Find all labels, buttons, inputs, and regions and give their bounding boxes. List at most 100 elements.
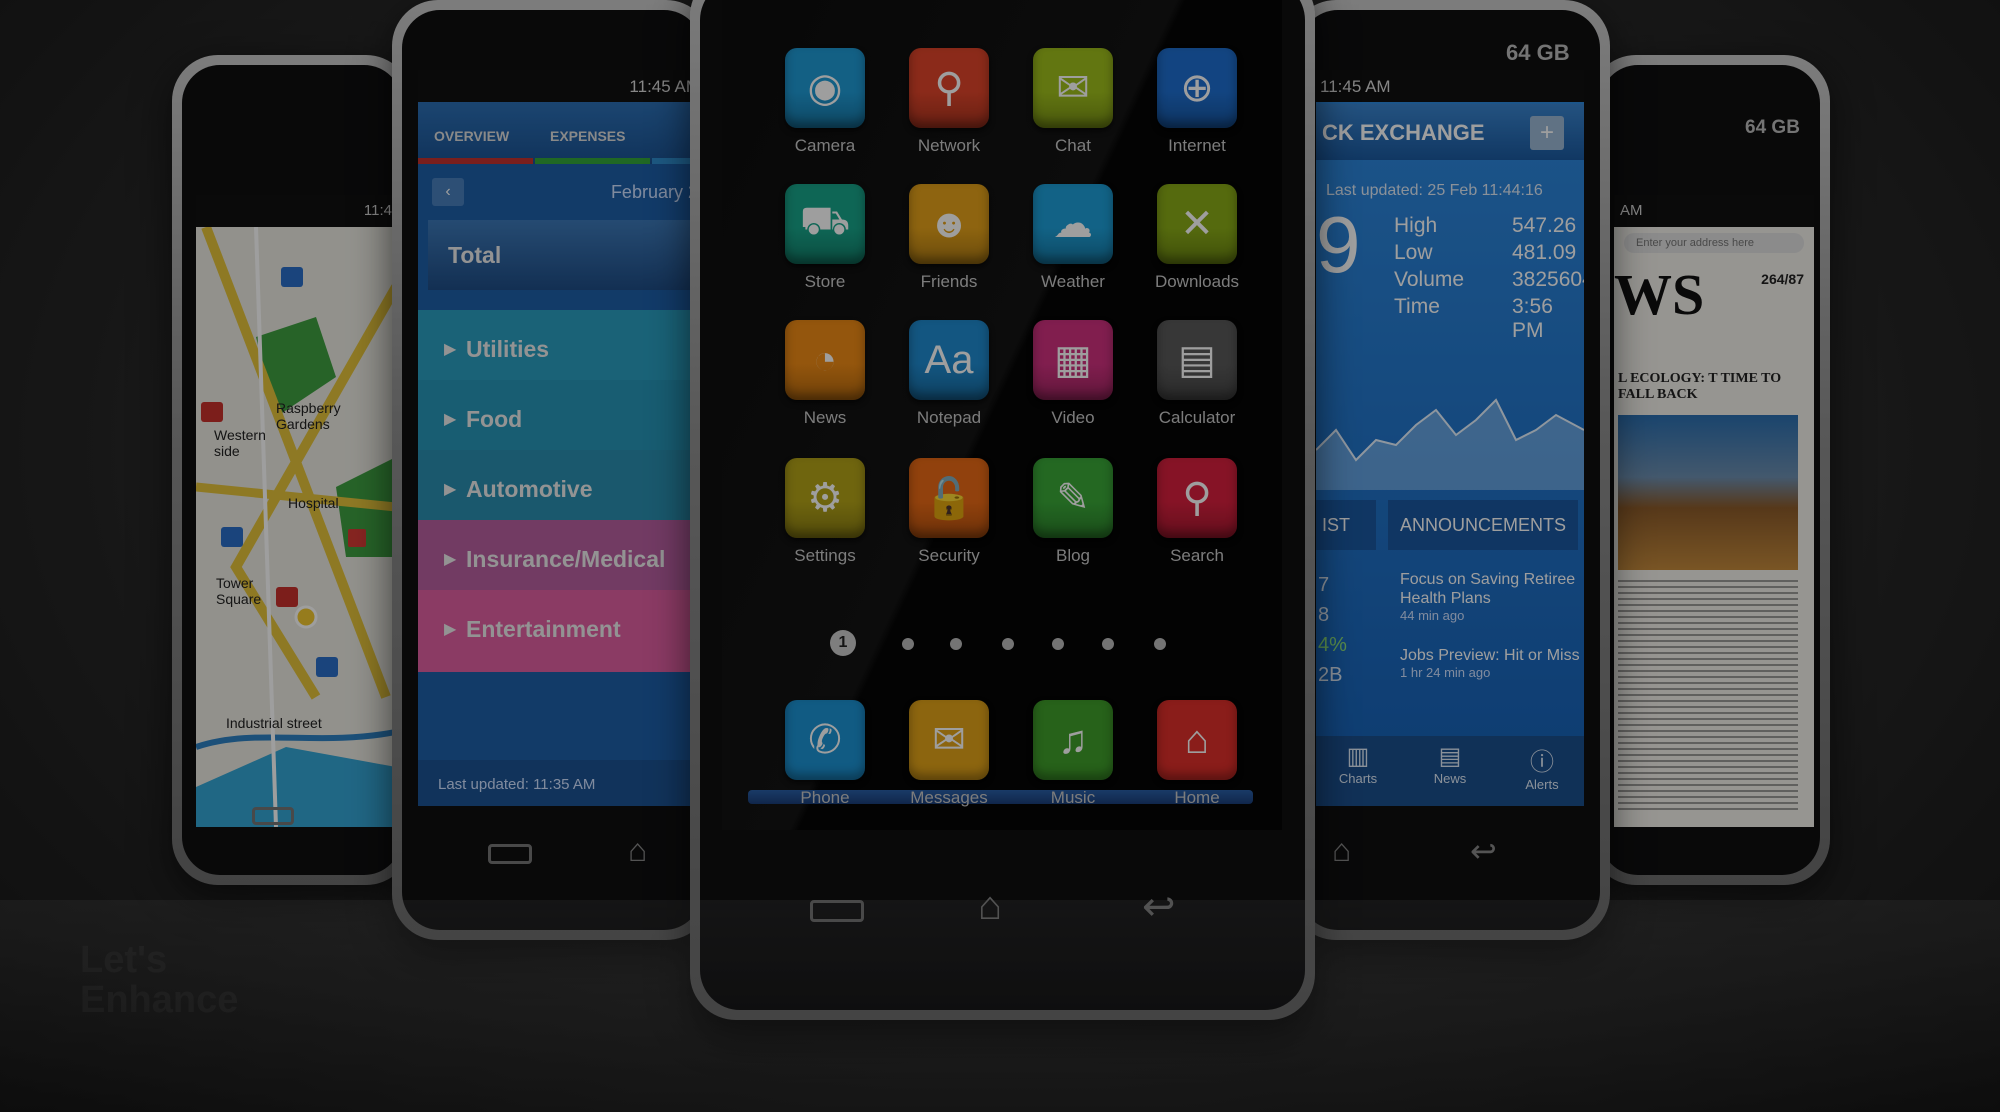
- network-icon: ⚲: [909, 48, 989, 128]
- previous-month-button[interactable]: ‹: [432, 178, 464, 206]
- news-icon: ◔: [785, 320, 865, 400]
- news-photo: [1618, 415, 1798, 570]
- expand-icon: ▶: [444, 411, 457, 428]
- big-digit: 9: [1316, 200, 1361, 289]
- address-placeholder: Enter your address here: [1636, 237, 1755, 249]
- status-bar: AM: [1614, 195, 1814, 227]
- budget-phone: 11:45 AM OVERVIEW EXPENSES ‹ February 20…: [392, 0, 712, 940]
- status-time: 11:45 AM: [1320, 77, 1391, 96]
- chat-icon: ✉: [1033, 48, 1113, 128]
- title-bar: CK EXCHANGE +: [1316, 104, 1584, 160]
- app-notepad[interactable]: Aa Notepad: [894, 320, 1004, 428]
- news-icon: ▤: [1438, 743, 1462, 770]
- news-screen[interactable]: AM Enter your address here WS 264/87 L E…: [1614, 195, 1814, 827]
- page-indicator-dot[interactable]: [1002, 638, 1014, 650]
- app-search[interactable]: ⚲ Search: [1142, 458, 1252, 566]
- tab-bar: OVERVIEW EXPENSES: [418, 102, 708, 164]
- map-label-3: Hospital: [288, 495, 339, 511]
- tab-charts[interactable]: ▥ Charts: [1328, 742, 1388, 786]
- storage-label: 64 GB: [1506, 40, 1570, 65]
- menu-button[interactable]: [488, 844, 532, 864]
- home-screen[interactable]: ◉ Camera ⚲ Network ✉ Chat ⊕ Internet ⛟ Store ☻ Frie…: [722, 0, 1282, 830]
- app-store[interactable]: ⛟ Store: [770, 184, 880, 292]
- stat-high: High 547.26: [1394, 214, 1577, 237]
- news-phone: 64 GB AM Enter your address here WS 264/…: [1590, 55, 1830, 885]
- page-indicator-dot[interactable]: [1052, 638, 1064, 650]
- page-indicator-dot[interactable]: [1102, 638, 1114, 650]
- headline: L ECOLOGY: T TIME TO FALL BACK: [1618, 371, 1782, 402]
- weather-icon: ☁: [1033, 184, 1113, 264]
- app-weather[interactable]: ☁ Weather: [1018, 184, 1128, 292]
- map-label-2: Western side: [214, 427, 266, 459]
- app-downloads[interactable]: ✕ Downloads: [1142, 184, 1252, 292]
- app-camera[interactable]: ◉ Camera: [770, 48, 880, 156]
- dock-home[interactable]: ⌂ Home: [1142, 700, 1252, 808]
- app-friends[interactable]: ☻ Friends: [894, 184, 1004, 292]
- masthead: WS: [1614, 262, 1705, 327]
- app-news[interactable]: ◔ News: [770, 320, 880, 428]
- expand-icon: ▶: [444, 481, 457, 498]
- watermark: Let's Enhance: [80, 939, 239, 1021]
- page-indicator-current[interactable]: 1: [830, 630, 856, 656]
- news-item-2[interactable]: Jobs Preview: Hit or Miss 1 hr 24 min ag…: [1400, 646, 1580, 680]
- tab-news[interactable]: ▤ News: [1420, 742, 1480, 786]
- dock-messages[interactable]: ✉ Messages: [894, 700, 1004, 808]
- status-bar: 11:4: [196, 195, 396, 227]
- app-internet[interactable]: ⊕ Internet: [1142, 48, 1252, 156]
- page-title: CK EXCHANGE: [1322, 120, 1485, 145]
- left-values: 7 8 4% 2B: [1318, 574, 1347, 686]
- menu-button[interactable]: [252, 807, 294, 825]
- floor-reflection: [0, 900, 2000, 1112]
- stock-phone: 64 GB 11:45 AM CK EXCHANGE + Last update…: [1290, 0, 1610, 940]
- chart-icon: ▥: [1346, 743, 1370, 770]
- tab-overview[interactable]: OVERVIEW: [434, 128, 509, 144]
- app-settings[interactable]: ⚙ Settings: [770, 458, 880, 566]
- expand-icon: ▶: [444, 621, 457, 638]
- tab-alerts[interactable]: ⓘ Alerts: [1512, 742, 1572, 792]
- tab-announcements[interactable]: ANNOUNCEMENTS: [1388, 500, 1578, 550]
- page-indicator-dot[interactable]: [902, 638, 914, 650]
- home-button-icon[interactable]: ⌂: [1332, 832, 1351, 869]
- news-item-1[interactable]: Focus on Saving Retiree Health Plans 44 …: [1400, 570, 1580, 623]
- date-row: ‹ February 20: [418, 170, 708, 214]
- app-grid: ◉ Camera ⚲ Network ✉ Chat ⊕ Internet ⛟ Store ☻ Frie…: [722, 0, 1282, 640]
- map-label-1: Raspberry Gardens: [276, 400, 341, 432]
- calculator-icon: ▤: [1157, 320, 1237, 400]
- stock-screen[interactable]: 11:45 AM CK EXCHANGE + Last updated: 25 …: [1316, 70, 1584, 806]
- app-calculator[interactable]: ▤ Calculator: [1142, 320, 1252, 428]
- expand-icon: ▶: [444, 341, 457, 358]
- page-indicator-dot[interactable]: [1154, 638, 1166, 650]
- camera-icon: ◉: [785, 48, 865, 128]
- page-indicator-dot[interactable]: [950, 638, 962, 650]
- address-bar[interactable]: Enter your address here: [1624, 233, 1804, 253]
- budget-screen[interactable]: 11:45 AM OVERVIEW EXPENSES ‹ February 20…: [418, 70, 708, 806]
- app-network[interactable]: ⚲ Network: [894, 48, 1004, 156]
- music-icon: ♫: [1033, 700, 1113, 780]
- internet-icon: ⊕: [1157, 48, 1237, 128]
- center-phone: ◉ Camera ⚲ Network ✉ Chat ⊕ Internet ⛟ Store ☻ Frie…: [690, 0, 1315, 1020]
- app-video[interactable]: ▦ Video: [1018, 320, 1128, 428]
- back-button-icon[interactable]: ↩: [1470, 832, 1497, 870]
- app-security[interactable]: 🔓 Security: [894, 458, 1004, 566]
- tab-list[interactable]: IST: [1316, 500, 1376, 550]
- app-blog[interactable]: ✎ Blog: [1018, 458, 1128, 566]
- status-time: AM: [1620, 202, 1643, 219]
- add-button[interactable]: +: [1530, 116, 1564, 150]
- dock-music[interactable]: ♫ Music: [1018, 700, 1128, 808]
- store-icon: ⛟: [785, 184, 865, 264]
- category-entertainment[interactable]: ▶ Entertainment: [418, 590, 708, 672]
- security-icon: 🔓: [909, 458, 989, 538]
- storage-label: 64 GB: [1745, 117, 1800, 138]
- tab-expenses[interactable]: EXPENSES: [550, 128, 625, 144]
- home-button-icon[interactable]: ⌂: [628, 832, 647, 869]
- info-icon: ⓘ: [1530, 749, 1554, 776]
- dock-phone[interactable]: ✆ Phone: [770, 700, 880, 808]
- issue-number: 264/87: [1761, 271, 1804, 287]
- app-chat[interactable]: ✉ Chat: [1018, 48, 1128, 156]
- page-indicator: 1: [722, 630, 1282, 660]
- blog-icon: ✎: [1033, 458, 1113, 538]
- map-screen[interactable]: 11:4 Raspberry Gardens Western side Hosp…: [196, 195, 396, 827]
- map-label-4: Tower Square: [216, 575, 262, 607]
- video-icon: ▦: [1033, 320, 1113, 400]
- dock: ✆ Phone ✉ Messages ♫ Music ⌂ Home: [722, 700, 1282, 810]
